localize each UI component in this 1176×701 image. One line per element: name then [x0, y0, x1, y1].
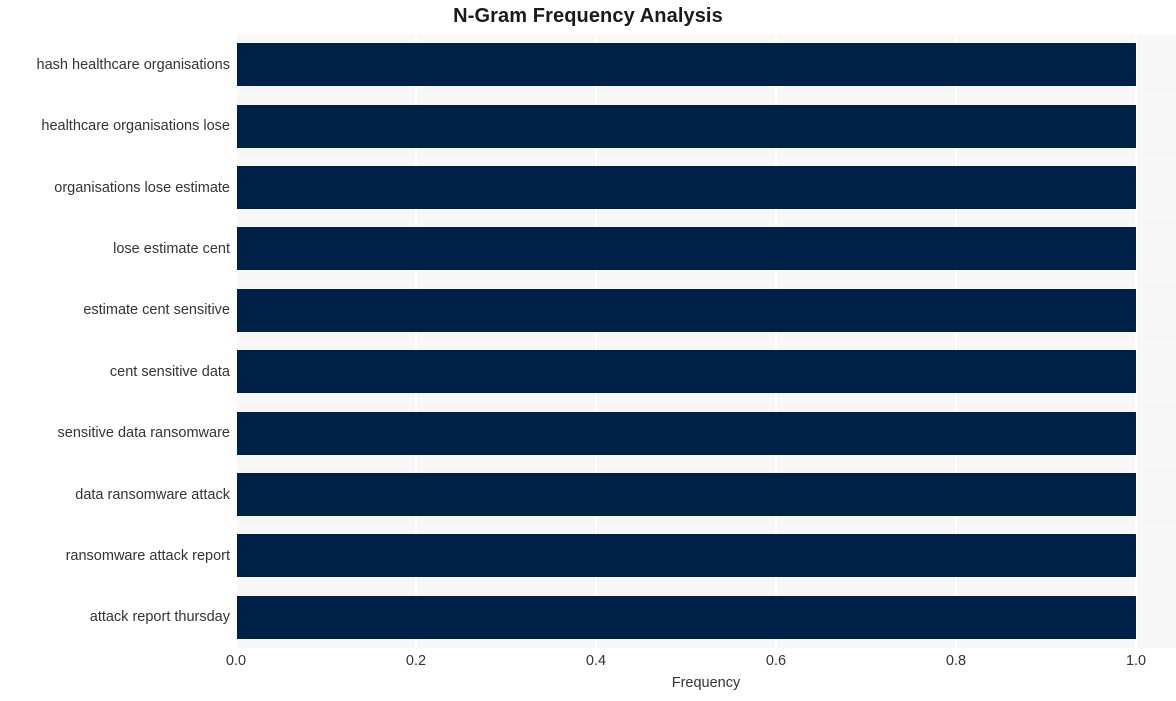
y-axis-tick-label: healthcare organisations lose: [41, 118, 230, 135]
y-axis-tick-label: attack report thursday: [89, 609, 230, 626]
x-axis-tick-label: 0.8: [945, 653, 967, 669]
bars-layer: [236, 34, 1176, 648]
bar: [237, 166, 1137, 209]
bar: [237, 473, 1137, 516]
y-axis-tick-label: cent sensitive data: [109, 363, 230, 380]
bar: [237, 104, 1137, 148]
x-axis-tick-label: 0.6: [765, 653, 787, 669]
chart-figure: N-Gram Frequency Analysis hash healthcar…: [0, 0, 1176, 701]
bar: [237, 227, 1137, 271]
y-axis-tick-label: organisations lose estimate: [54, 179, 230, 196]
bar: [237, 350, 1137, 394]
x-axis-tick-label: 1.0: [1125, 653, 1147, 669]
bar: [237, 288, 1137, 332]
y-axis-tick-label: lose estimate cent: [113, 240, 230, 257]
x-axis-tick-label: 0.0: [225, 653, 247, 669]
y-axis-tick-labels: hash healthcare organisations healthcare …: [0, 34, 230, 648]
y-axis-tick-label: ransomware attack report: [65, 547, 230, 564]
bar: [237, 534, 1137, 578]
y-axis-tick-label: sensitive data ransomware: [57, 425, 230, 442]
bar: [237, 411, 1137, 455]
x-axis-tick-label: 0.2: [405, 653, 427, 669]
x-axis-tick-label: 0.4: [585, 653, 607, 669]
plot-area: [236, 34, 1176, 648]
chart-title: N-Gram Frequency Analysis: [453, 5, 723, 27]
bar: [237, 43, 1137, 87]
x-axis-tick-labels: 0.0 0.2 0.4 0.6 0.8 1.0: [0, 653, 1176, 673]
y-axis-tick-label: data ransomware attack: [75, 486, 230, 503]
y-axis-tick-label: estimate cent sensitive: [83, 302, 230, 319]
x-axis-title: Frequency: [671, 675, 741, 691]
bar: [237, 595, 1137, 639]
y-axis-tick-label: hash healthcare organisations: [36, 56, 230, 73]
